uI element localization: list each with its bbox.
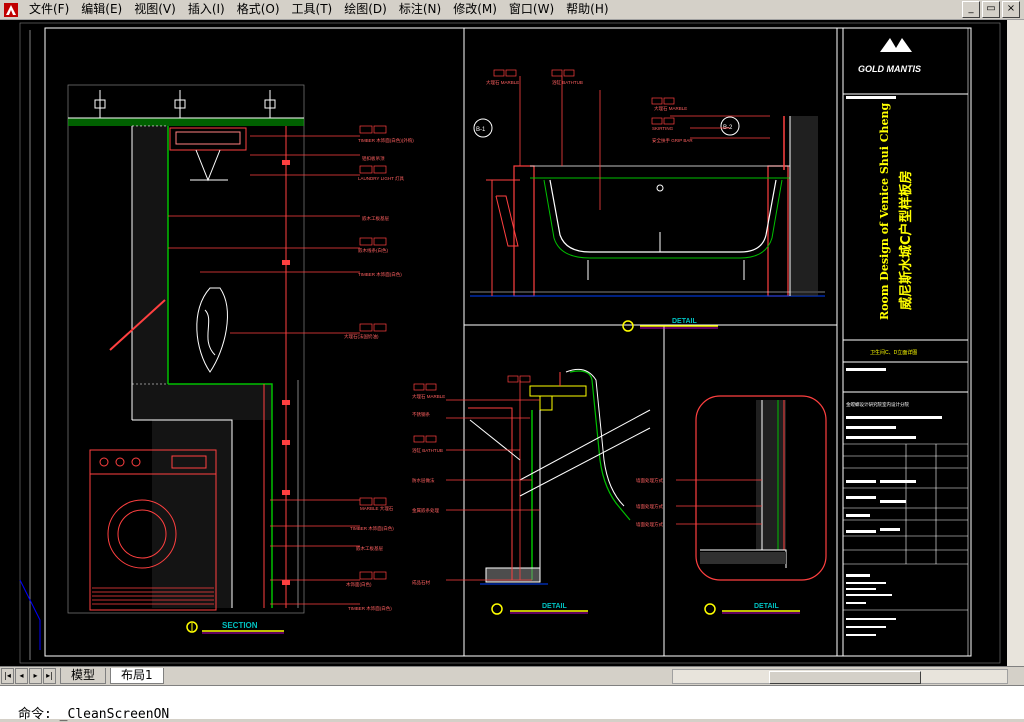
detail3-tag-1: 墙面处理方式 (636, 477, 663, 484)
section-tag-8: MARBLE 大理石 (360, 505, 394, 512)
tab-layout1[interactable]: 布局1 (110, 668, 164, 684)
command-line[interactable]: 命令: _CleanScreenON (0, 685, 1024, 722)
menu-dimension[interactable]: 标注(N) (393, 0, 447, 19)
menu-edit[interactable]: 编辑(E) (75, 0, 128, 19)
section-tag-12: TIMBER 木饰面(白色) (348, 605, 392, 612)
section-tag-9: TIMBER 木饰面(白色) (350, 525, 394, 532)
menu-tools[interactable]: 工具(T) (286, 0, 339, 19)
window-controls: _ ▭ × (962, 1, 1020, 18)
detail-tag-5: 金属嵌条处理 (412, 507, 439, 514)
project-name: 金螳螂设计研究院室内设计分院 (846, 401, 909, 408)
title-chinese: 威尼斯水城C户型样板房 (898, 170, 914, 310)
tub-tag-3: 大理石 MARBLE (654, 105, 687, 112)
section-tag-1: TIMBER 木饰面(白色)(外购) (358, 137, 414, 144)
tub-tag-5: 安全扶手 GRIP BAR (652, 137, 693, 144)
menu-format[interactable]: 格式(O) (231, 0, 286, 19)
detail3-tag-3: 墙面处理方式 (636, 521, 663, 528)
title-english: Room Design of Venice Shui Cheng (878, 102, 891, 320)
menu-file[interactable]: 文件(F) (23, 0, 75, 19)
detail-view-2: 大理石 MARBLE 不锈钢条 浴缸 BATHTUB 防水层做法 金属嵌条处理 … (412, 368, 651, 615)
menu-help[interactable]: 帮助(H) (560, 0, 614, 19)
menu-modify[interactable]: 修改(M) (447, 0, 503, 19)
bathtub-elevation: B-1 B-2 大理石 MARBLE 浴缸 BATHTUB 大理石 MARBLE… (470, 69, 825, 332)
section-tag-7: 大理石(法国奶油) (344, 333, 379, 340)
detail-tag-6: 成品石材 (412, 579, 430, 586)
last-tab-icon[interactable]: ▸| (43, 668, 56, 684)
vertical-scrollbar[interactable] (1007, 20, 1024, 666)
drawing-canvas[interactable]: TIMBER 木饰面(白色)(外购) 铝扣板吊顶 LAUNDRY LIGHT 灯… (0, 20, 1024, 666)
restore-button[interactable]: ▭ (982, 1, 1000, 18)
command-value[interactable]: _CleanScreenON (60, 707, 170, 722)
horizontal-scrollbar[interactable] (672, 669, 1008, 684)
menu-insert[interactable]: 插入(I) (182, 0, 231, 19)
detail3-tag-2: 墙面处理方式 (636, 503, 663, 510)
minimize-button[interactable]: _ (962, 1, 980, 18)
section-tag-5: 嵌木线条(白色) (358, 247, 388, 254)
tub-tag-4: SKIRTING (652, 126, 674, 131)
section-tag-4: 嵌木工板基层 (362, 215, 389, 222)
prev-tab-icon[interactable]: ◂ (15, 668, 28, 684)
detail-label-1: DETAIL (672, 318, 697, 325)
tub-tag-1: 大理石 MARBLE (486, 79, 519, 86)
detail-label-3: DETAIL (754, 603, 779, 610)
next-tab-icon[interactable]: ▸ (29, 668, 42, 684)
section-tag-11: 木饰面(白色) (346, 581, 372, 588)
layout-tab-bar: |◂ ◂ ▸ ▸| 模型 布局1 (0, 666, 1024, 685)
detail-label-2: DETAIL (542, 603, 567, 610)
menu-view[interactable]: 视图(V) (128, 0, 182, 19)
command-prompt: 命令: (18, 707, 52, 722)
menu-bar: 文件(F) 编辑(E) 视图(V) 插入(I) 格式(O) 工具(T) 绘图(D… (0, 0, 1024, 20)
detail-tag-1: 大理石 MARBLE (412, 393, 445, 400)
first-tab-icon[interactable]: |◂ (1, 668, 14, 684)
section-tag-2: 铝扣板吊顶 (362, 155, 385, 162)
section-tag-6: TIMBER 木饰面(白色) (358, 271, 402, 278)
autocad-app-icon[interactable] (3, 2, 19, 18)
section-view: TIMBER 木饰面(白色)(外购) 铝扣板吊顶 LAUNDRY LIGHT 灯… (67, 84, 414, 634)
tab-model[interactable]: 模型 (60, 668, 107, 684)
menu-window[interactable]: 窗口(W) (503, 0, 560, 19)
gold-mantis-logo: GOLD MANTIS (858, 38, 921, 74)
callout-b1: B-1 (476, 127, 486, 133)
tub-tag-2: 浴缸 BATHTUB (552, 79, 583, 86)
scrollbar-thumb[interactable] (769, 671, 921, 684)
detail-tag-3: 浴缸 BATHTUB (412, 447, 443, 454)
section-label: SECTION (222, 621, 258, 630)
close-button[interactable]: × (1002, 1, 1020, 18)
cad-drawing: TIMBER 木饰面(白色)(外购) 铝扣板吊顶 LAUNDRY LIGHT 灯… (19, 22, 1001, 664)
menu-draw[interactable]: 绘图(D) (338, 0, 393, 19)
detail-tag-2: 不锈钢条 (412, 411, 430, 418)
svg-text:GOLD MANTIS: GOLD MANTIS (858, 64, 921, 74)
sheet-name: 卫生间C、D立面详图 (870, 349, 917, 356)
section-tag-3: LAUNDRY LIGHT 灯具 (358, 175, 405, 182)
detail-tag-4: 防水层做法 (412, 477, 435, 484)
title-block: GOLD MANTIS Room Design of Venice Shui C… (843, 38, 968, 636)
section-tag-10: 嵌木工板基层 (356, 545, 383, 552)
